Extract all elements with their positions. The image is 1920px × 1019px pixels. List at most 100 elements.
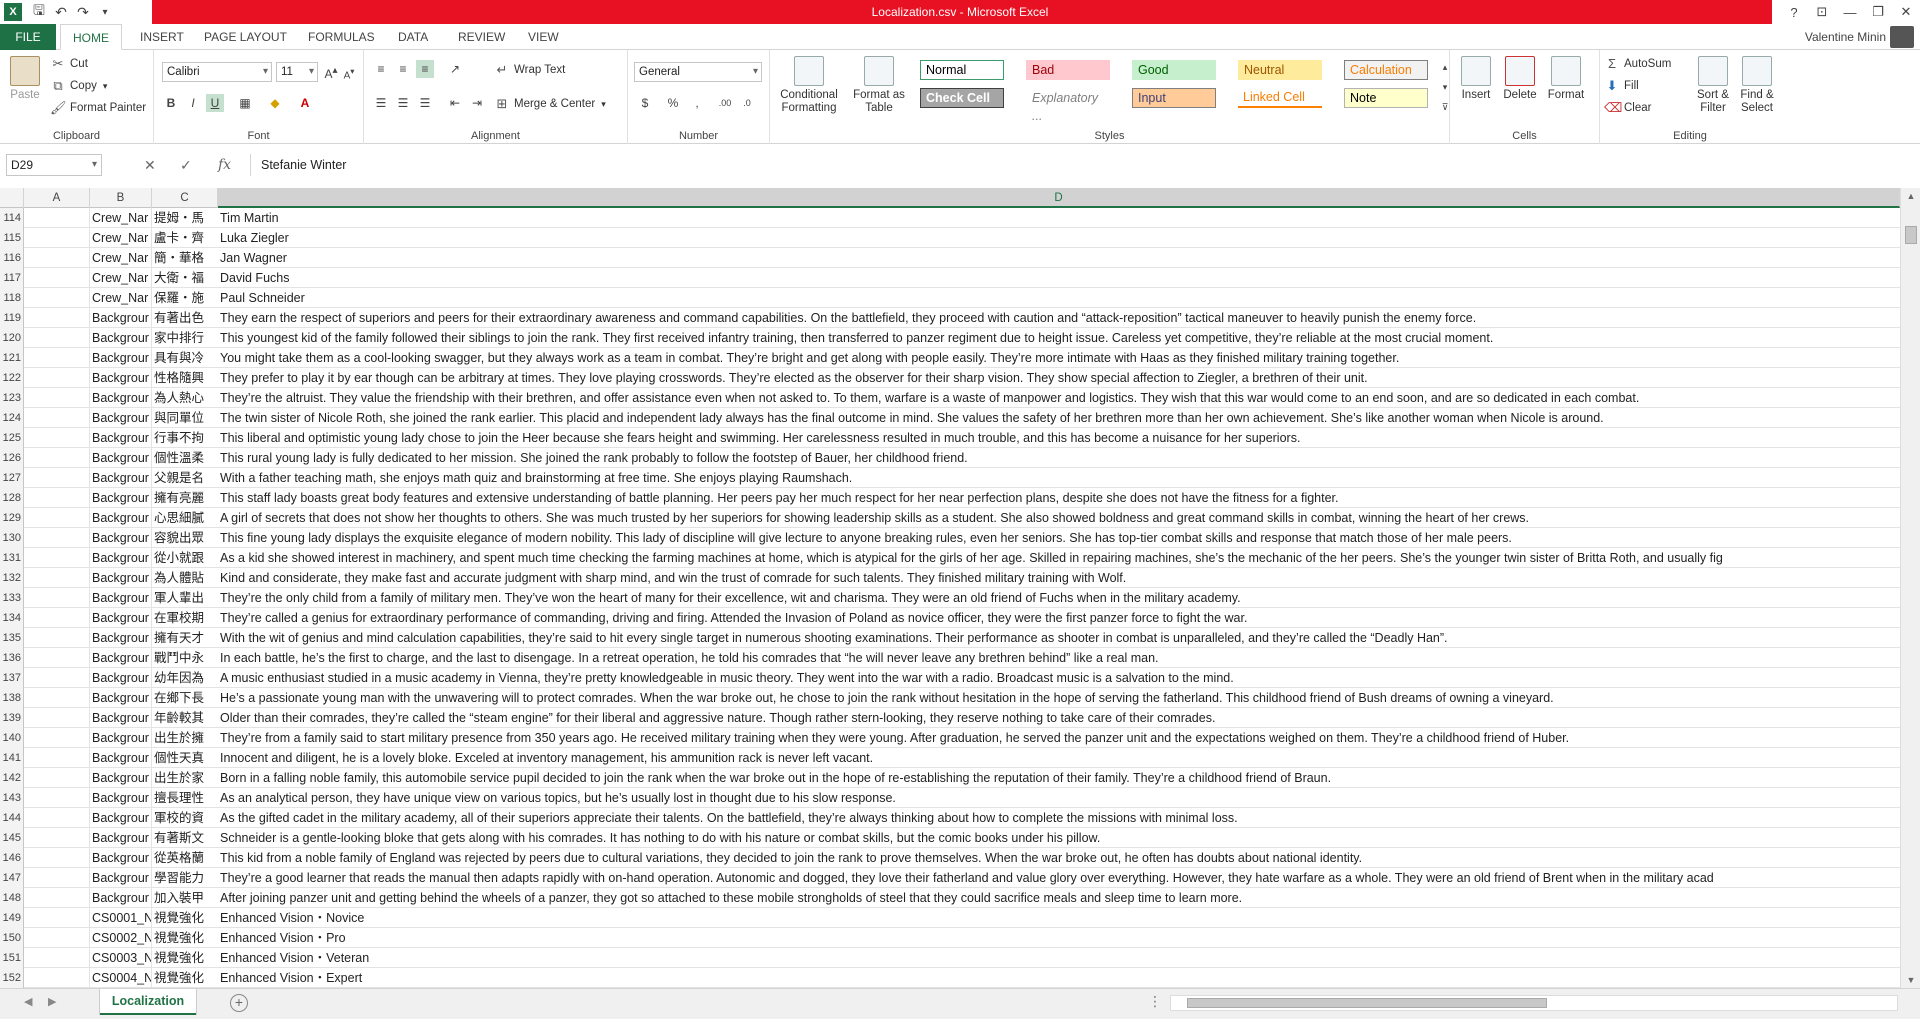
row-header[interactable]: 117 <box>0 268 24 288</box>
cell-c[interactable]: 有著斯文 <box>152 828 218 848</box>
cell-style-input[interactable]: Input <box>1132 88 1216 108</box>
cell-d[interactable]: After joining panzer unit and getting be… <box>218 888 1900 908</box>
row-header[interactable]: 132 <box>0 568 24 588</box>
cell-b[interactable]: Backgrour <box>90 588 152 608</box>
avatar[interactable] <box>1890 26 1914 48</box>
italic-button[interactable]: I <box>184 94 202 112</box>
cell-c[interactable]: 在軍校期 <box>152 608 218 628</box>
minimize-icon[interactable]: — <box>1836 0 1864 24</box>
row-header[interactable]: 135 <box>0 628 24 648</box>
sort-filter-button[interactable]: Sort & Filter <box>1692 56 1734 115</box>
user-name[interactable]: Valentine Minin <box>1805 24 1886 50</box>
cell-a[interactable] <box>24 608 90 628</box>
cell-a[interactable] <box>24 588 90 608</box>
cell-d[interactable]: You might take them as a cool-looking sw… <box>218 348 1900 368</box>
cell-b[interactable]: Crew_Nar <box>90 288 152 308</box>
cell-style-explanatory[interactable]: Explanatory ... <box>1026 88 1110 123</box>
cell-c[interactable]: 戰鬥中永 <box>152 648 218 668</box>
cell-b[interactable]: Backgrour <box>90 308 152 328</box>
cell-b[interactable]: CS0004_N <box>90 968 152 988</box>
cell-b[interactable]: Backgrour <box>90 788 152 808</box>
cut-button[interactable]: ✂ Cut <box>50 56 88 72</box>
cell-a[interactable] <box>24 288 90 308</box>
align-middle-icon[interactable]: ≡ <box>394 60 412 78</box>
cell-a[interactable] <box>24 688 90 708</box>
enter-icon[interactable]: ✓ <box>180 154 192 176</box>
prev-sheet-icon[interactable]: ◀ <box>24 995 32 1008</box>
tab-home[interactable]: HOME <box>60 24 122 50</box>
cell-c[interactable]: 視覺強化 <box>152 908 218 928</box>
row-header[interactable]: 126 <box>0 448 24 468</box>
cell-d[interactable]: Enhanced Vision・Novice <box>218 908 1900 928</box>
cell-d[interactable]: They’re the altruist. They value the fri… <box>218 388 1900 408</box>
row-header[interactable]: 125 <box>0 428 24 448</box>
cell-d[interactable]: Enhanced Vision・Veteran <box>218 948 1900 968</box>
row-header[interactable]: 150 <box>0 928 24 948</box>
cell-style-note[interactable]: Note <box>1344 88 1428 108</box>
cell-c[interactable]: 在鄉下長 <box>152 688 218 708</box>
decrease-decimal-icon[interactable]: .0 <box>738 94 756 112</box>
row-header[interactable]: 148 <box>0 888 24 908</box>
cell-d[interactable]: They’re from a family said to start mili… <box>218 728 1900 748</box>
cell-d[interactable]: As the gifted cadet in the military acad… <box>218 808 1900 828</box>
cell-d[interactable]: They’re called a genius for extraordinar… <box>218 608 1900 628</box>
cell-a[interactable] <box>24 268 90 288</box>
cell-b[interactable]: Backgrour <box>90 388 152 408</box>
row-header[interactable]: 138 <box>0 688 24 708</box>
cell-d[interactable]: They earn the respect of superiors and p… <box>218 308 1900 328</box>
cell-a[interactable] <box>24 808 90 828</box>
next-sheet-icon[interactable]: ▶ <box>48 995 56 1008</box>
cell-style-neutral[interactable]: Neutral <box>1238 60 1322 80</box>
scroll-down-icon[interactable]: ▼ <box>1901 972 1920 988</box>
cell-a[interactable] <box>24 668 90 688</box>
cell-c[interactable]: 為人熱心 <box>152 388 218 408</box>
row-header[interactable]: 128 <box>0 488 24 508</box>
vertical-scroll-thumb[interactable] <box>1905 226 1917 244</box>
merge-center-button[interactable]: ⊞ Merge & Center ▾ <box>494 96 606 112</box>
worksheet-grid[interactable]: A B C D 114 Crew_Nar 提姆・馬 Tim Martin 115 Crew… <box>0 188 1900 988</box>
align-left-icon[interactable]: ☰ <box>372 94 390 112</box>
conditional-formatting-button[interactable]: Conditional Formatting <box>774 56 844 115</box>
cell-a[interactable] <box>24 788 90 808</box>
column-header-c[interactable]: C <box>152 188 218 208</box>
cell-c[interactable]: 保羅・施 <box>152 288 218 308</box>
cell-a[interactable] <box>24 928 90 948</box>
cell-d[interactable]: This kid from a noble family of England … <box>218 848 1900 868</box>
cell-d[interactable]: With the wit of genius and mind calculat… <box>218 628 1900 648</box>
horizontal-scroll-thumb[interactable] <box>1187 998 1547 1008</box>
cell-b[interactable]: Crew_Nar <box>90 268 152 288</box>
cell-a[interactable] <box>24 888 90 908</box>
format-painter-button[interactable]: 🖌 Format Painter <box>50 100 146 116</box>
cell-d[interactable]: They’re a good learner that reads the ma… <box>218 868 1900 888</box>
fill-button[interactable]: ⬇ Fill <box>1604 78 1639 94</box>
cell-c[interactable]: 心思細膩 <box>152 508 218 528</box>
cell-a[interactable] <box>24 628 90 648</box>
vertical-scrollbar[interactable]: ▲ ▼ <box>1900 188 1920 988</box>
cell-a[interactable] <box>24 308 90 328</box>
row-header[interactable]: 133 <box>0 588 24 608</box>
cell-d[interactable]: A music enthusiast studied in a music ac… <box>218 668 1900 688</box>
cell-c[interactable]: 提姆・馬 <box>152 208 218 228</box>
cell-a[interactable] <box>24 648 90 668</box>
cell-b[interactable]: CS0002_N <box>90 928 152 948</box>
cell-c[interactable]: 個性天真 <box>152 748 218 768</box>
cell-a[interactable] <box>24 828 90 848</box>
percent-icon[interactable]: % <box>664 94 682 112</box>
cell-c[interactable]: 父親是名 <box>152 468 218 488</box>
cell-a[interactable] <box>24 228 90 248</box>
cell-style-check-cell[interactable]: Check Cell <box>920 88 1004 108</box>
orientation-icon[interactable]: ↗ <box>446 60 464 78</box>
add-sheet-icon[interactable]: + <box>230 994 248 1012</box>
cell-d[interactable]: In each battle, he’s the first to charge… <box>218 648 1900 668</box>
cell-b[interactable]: Backgrour <box>90 848 152 868</box>
tab-insert[interactable]: INSERT <box>128 24 196 50</box>
delete-cells-button[interactable]: Delete <box>1500 56 1540 102</box>
row-header[interactable]: 140 <box>0 728 24 748</box>
splitter-handle-icon[interactable]: ⋮ <box>1148 993 1162 1010</box>
cell-c[interactable]: 軍校的資 <box>152 808 218 828</box>
row-header[interactable]: 147 <box>0 868 24 888</box>
row-header[interactable]: 143 <box>0 788 24 808</box>
horizontal-scrollbar[interactable] <box>1170 995 1898 1011</box>
row-header[interactable]: 119 <box>0 308 24 328</box>
wrap-text-button[interactable]: ↵ Wrap Text <box>494 62 566 78</box>
